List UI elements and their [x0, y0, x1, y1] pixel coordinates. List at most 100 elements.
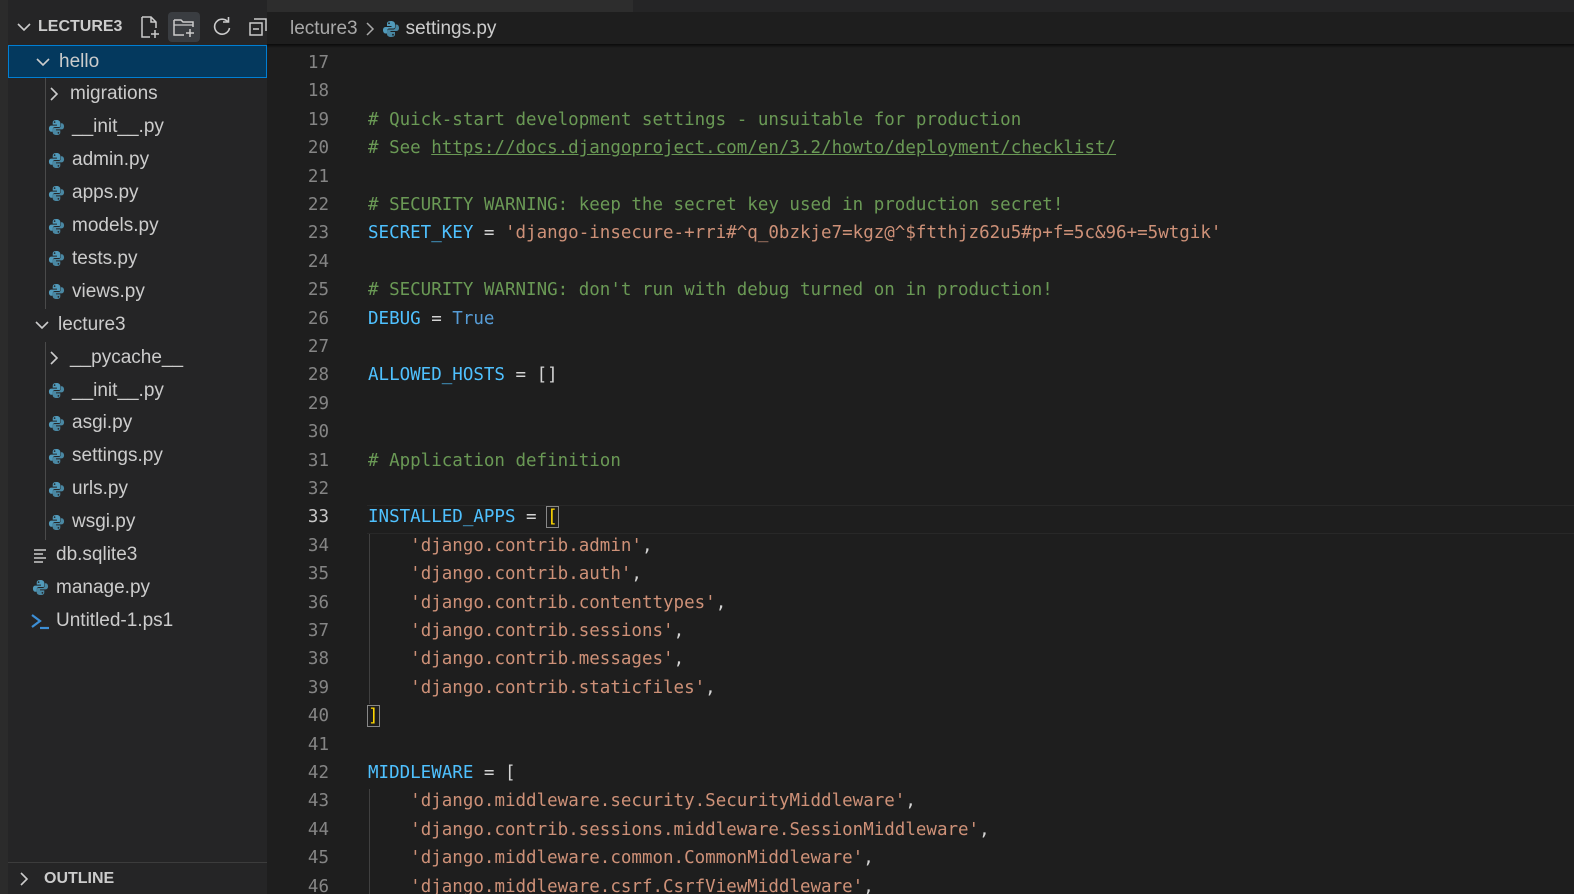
code-line[interactable]: 46 'django.middleware.csrf.CsrfViewMiddl…	[267, 875, 1574, 894]
tree-file[interactable]: urls.py	[8, 473, 267, 506]
tree-item-label: models.py	[72, 215, 159, 236]
chevron-right-icon[interactable]	[44, 348, 64, 368]
breadcrumb-folder[interactable]: lecture3	[290, 18, 358, 40]
tree-file[interactable]: wsgi.py	[8, 506, 267, 539]
chevron-down-icon[interactable]	[16, 19, 32, 35]
new-file-icon[interactable]	[132, 12, 168, 42]
line-number: 39	[307, 677, 329, 698]
code-line[interactable]: 32	[267, 477, 1574, 505]
code-line[interactable]: 39 'django.contrib.staticfiles',	[267, 676, 1574, 704]
code-line[interactable]: 27	[267, 335, 1574, 363]
tree-file[interactable]: views.py	[8, 275, 267, 308]
scroll-shadow	[267, 44, 1574, 48]
breadcrumb-file[interactable]: settings.py	[406, 18, 497, 40]
code-line[interactable]: 37 'django.contrib.sessions',	[267, 619, 1574, 647]
active-tab-edge[interactable]	[267, 0, 633, 12]
code-line[interactable]: 41	[267, 733, 1574, 761]
tree-item-label: asgi.py	[72, 412, 133, 434]
code-line[interactable]: 45 'django.middleware.common.CommonMiddl…	[267, 846, 1574, 874]
code-text: ]	[367, 705, 380, 728]
code-line[interactable]: 21	[267, 165, 1574, 193]
code-line[interactable]: 23 SECRET_KEY = 'django-insecure-+rri#^q_…	[267, 221, 1574, 249]
tree-folder[interactable]: hello	[8, 45, 267, 78]
code-line[interactable]: 30	[267, 420, 1574, 448]
line-number: 24	[307, 251, 329, 272]
code-line[interactable]: 35 'django.contrib.auth',	[267, 562, 1574, 590]
code-token: [	[546, 506, 559, 529]
explorer-actions	[132, 12, 267, 42]
code-line[interactable]: 43 'django.middleware.security.SecurityM…	[267, 789, 1574, 817]
tree-file[interactable]: asgi.py	[8, 407, 267, 440]
tree-file[interactable]: Untitled-1.ps1	[8, 604, 267, 637]
refresh-icon[interactable]	[204, 12, 240, 42]
tree-file[interactable]: __init__.py	[8, 111, 267, 144]
tree-item-label: manage.py	[56, 576, 151, 598]
code-line[interactable]: 40]	[267, 704, 1574, 732]
tree-file[interactable]: apps.py	[8, 177, 267, 210]
tree-folder[interactable]: __pycache__	[8, 341, 267, 374]
code-line[interactable]: 25 # SECURITY WARNING: don't run with deb…	[267, 278, 1574, 306]
code-token: 'django.middleware.common.CommonMiddlewa…	[410, 848, 864, 869]
code-line[interactable]: 36 'django.contrib.contenttypes',	[267, 591, 1574, 619]
line-number: 21	[307, 166, 329, 187]
code-editor[interactable]: lecture3 settings.py 17 18 19 # Quick-start…	[267, 0, 1574, 894]
code-line[interactable]: 33 INSTALLED_APPS = [	[267, 505, 1574, 535]
chevron-right-icon[interactable]	[44, 84, 64, 104]
tree-file[interactable]: db.sqlite3	[8, 539, 267, 572]
chevron-down-icon[interactable]	[32, 315, 52, 335]
line-number: 35	[307, 564, 329, 585]
collapse-all-icon[interactable]	[240, 12, 267, 42]
line-number: 23	[307, 223, 329, 244]
tree-file[interactable]: settings.py	[8, 440, 267, 473]
code-line[interactable]: 18	[267, 79, 1574, 107]
code-link[interactable]: https://docs.djangoproject.com/en/3.2/ho…	[431, 138, 1116, 158]
outline-section[interactable]: OUTLINE	[8, 862, 267, 894]
code-token: ,	[715, 592, 727, 613]
tree-item-label: lecture3	[58, 313, 126, 335]
tree-file[interactable]: __init__.py	[8, 374, 267, 407]
code-line[interactable]: 19 # Quick-start development settings - u…	[267, 108, 1574, 136]
code-text: # Quick-start development settings - uns…	[368, 110, 1021, 130]
tree-file[interactable]: admin.py	[8, 144, 267, 177]
code-token: =	[504, 365, 537, 386]
code-line[interactable]: 28 ALLOWED_HOSTS = []	[267, 363, 1574, 391]
line-number: 26	[307, 308, 329, 329]
code-line[interactable]: 24	[267, 250, 1574, 278]
new-folder-icon[interactable]	[168, 12, 201, 42]
code-line[interactable]: 22 # SECURITY WARNING: keep the secret ke…	[267, 193, 1574, 221]
code-line[interactable]: 42 MIDDLEWARE = [	[267, 761, 1574, 789]
tree-item-label: admin.py	[72, 149, 150, 171]
code-line[interactable]: 29	[267, 392, 1574, 420]
python-icon	[46, 249, 66, 269]
tree-folder[interactable]: migrations	[8, 78, 267, 111]
tree-file[interactable]: tests.py	[8, 242, 267, 275]
tree-item-label: urls.py	[72, 478, 128, 500]
tree-folder[interactable]: lecture3	[8, 308, 267, 341]
code-line[interactable]: 31 # Application definition	[267, 449, 1574, 477]
code-line[interactable]: 38 'django.contrib.messages',	[267, 647, 1574, 675]
code-text: MIDDLEWARE = [	[368, 763, 516, 783]
tree-file[interactable]: models.py	[8, 210, 267, 243]
line-number: 42	[307, 763, 329, 783]
code-line[interactable]: 20 # See https://docs.djangoproject.com/e…	[267, 136, 1574, 164]
chevron-right-icon[interactable]	[16, 871, 32, 887]
indent-guide	[369, 533, 370, 705]
code-token: # SECURITY WARNING: don't run with debug…	[368, 280, 1053, 301]
code-token: =	[473, 763, 505, 783]
tree-file[interactable]: manage.py	[8, 571, 267, 604]
code-token: 'django.middleware.csrf.CsrfViewMiddlewa…	[410, 876, 864, 894]
code-token: 'django.contrib.admin'	[410, 535, 642, 556]
code-line[interactable]: 17	[267, 51, 1574, 79]
code-token: ,	[979, 819, 990, 840]
code-text: # SECURITY WARNING: keep the secret key …	[368, 195, 1063, 215]
code-text: 'django.middleware.security.SecurityMidd…	[368, 791, 916, 811]
code-token: ,	[673, 649, 685, 670]
explorer-header[interactable]: LECTURE3	[8, 10, 267, 44]
code-line[interactable]: 34 'django.contrib.admin',	[267, 534, 1574, 562]
code-line[interactable]: 44 'django.contrib.sessions.middleware.S…	[267, 818, 1574, 846]
chevron-down-icon[interactable]	[33, 52, 53, 72]
code-line[interactable]: 26 DEBUG = True	[267, 307, 1574, 335]
